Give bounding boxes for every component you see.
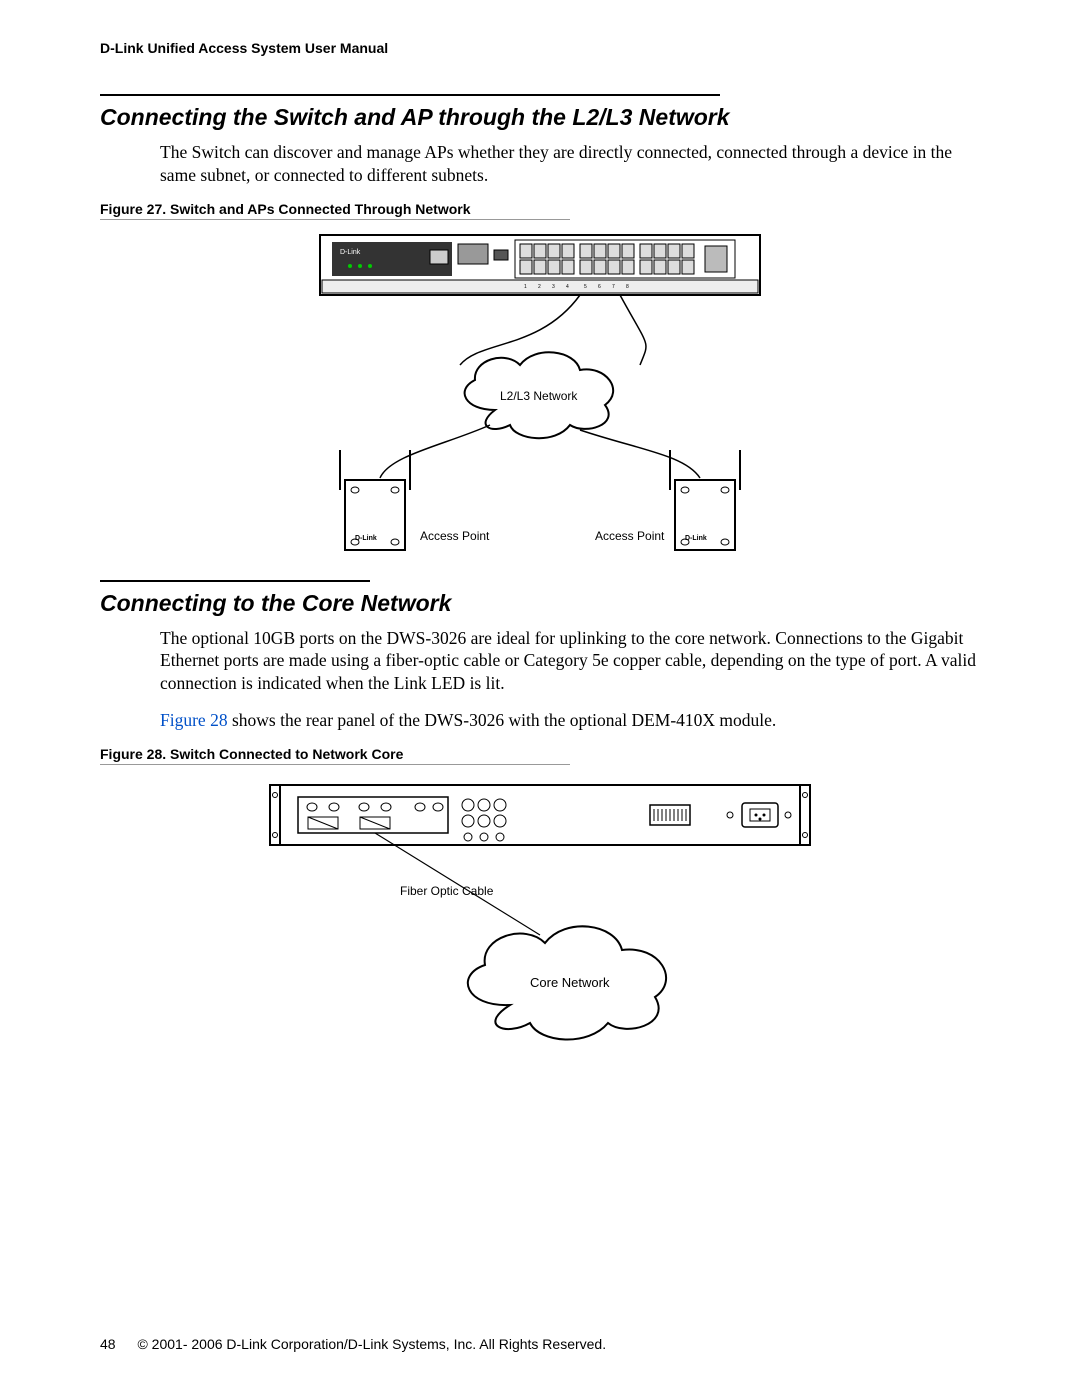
figure28-caption: Figure 28. Switch Connected to Network C… (100, 746, 980, 762)
svg-text:D-Link: D-Link (355, 535, 377, 542)
svg-text:3: 3 (552, 284, 555, 290)
figure27-diagram: D-Link (100, 230, 980, 560)
figure28-link[interactable]: Figure 28 (160, 710, 228, 730)
svg-text:4: 4 (566, 284, 569, 290)
figure-separator (100, 219, 570, 220)
core-network-label: Core Network (530, 975, 610, 990)
figure28-diagram: Fiber Optic Cable Core Network (100, 775, 980, 1075)
l2l3-network-label: L2/L3 Network (500, 389, 578, 403)
page-header: D-Link Unified Access System User Manual (100, 40, 980, 56)
svg-text:D-Link: D-Link (685, 535, 707, 542)
svg-text:8: 8 (626, 284, 629, 290)
svg-text:7: 7 (612, 284, 615, 290)
svg-text:2: 2 (538, 284, 541, 290)
section1-paragraph: The Switch can discover and manage APs w… (160, 141, 980, 187)
section1-title: Connecting the Switch and AP through the… (100, 96, 980, 131)
figure-separator (100, 764, 570, 765)
svg-text:5: 5 (584, 284, 587, 290)
fiber-cable-label: Fiber Optic Cable (400, 884, 494, 898)
figure27-caption: Figure 27. Switch and APs Connected Thro… (100, 201, 980, 217)
section2-title: Connecting to the Core Network (100, 582, 980, 617)
section2-paragraph1: The optional 10GB ports on the DWS-3026 … (160, 627, 980, 695)
ap-right-label: Access Point (595, 529, 665, 543)
ap-left-label: Access Point (420, 529, 490, 543)
svg-text:6: 6 (598, 284, 601, 290)
page-footer: 48 © 2001- 2006 D-Link Corporation/D-Lin… (100, 1336, 606, 1352)
svg-text:D-Link: D-Link (340, 249, 361, 256)
page-number: 48 (100, 1336, 116, 1352)
svg-text:1: 1 (524, 284, 527, 290)
section2-para2-rest: shows the rear panel of the DWS-3026 wit… (228, 710, 777, 730)
section2-paragraph2: Figure 28 shows the rear panel of the DW… (160, 709, 980, 732)
copyright-text: © 2001- 2006 D-Link Corporation/D-Link S… (137, 1336, 606, 1352)
